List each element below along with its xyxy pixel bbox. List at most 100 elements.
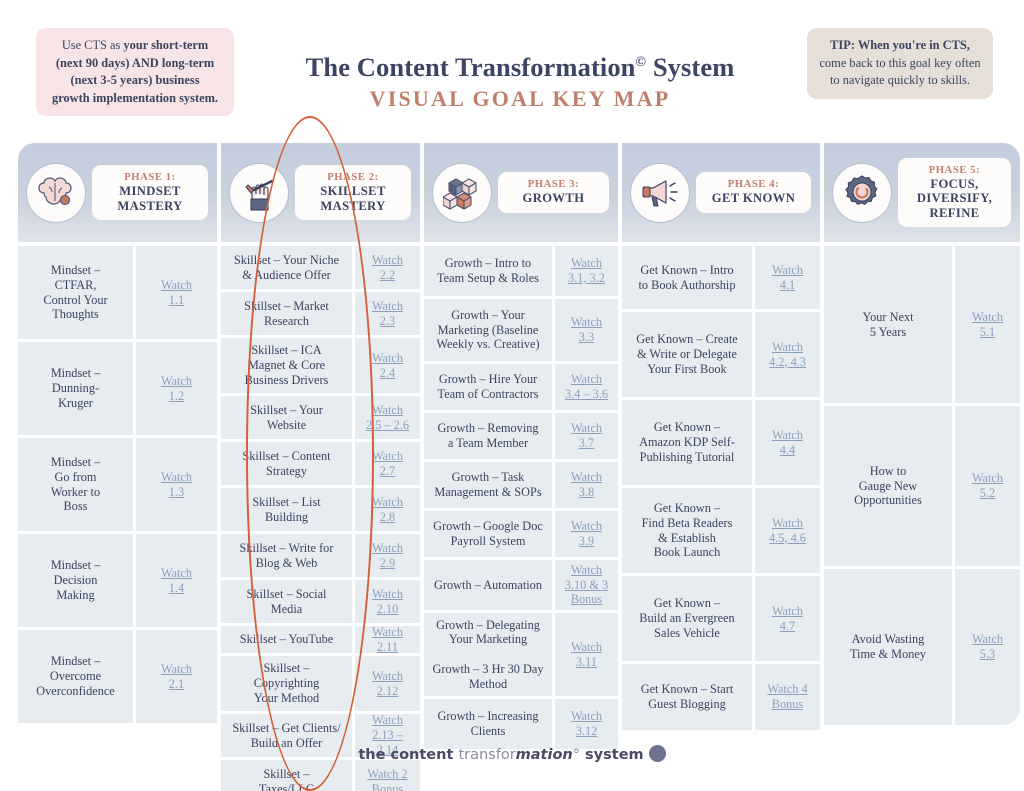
watch-link[interactable]: Watch 1.1 <box>136 246 217 339</box>
watch-link-line[interactable]: Watch <box>161 470 192 485</box>
watch-link-line[interactable]: Watch <box>571 470 602 485</box>
watch-link-line[interactable]: 3.12 <box>571 724 602 739</box>
watch-link-line[interactable]: 1.1 <box>161 293 192 308</box>
watch-link-line[interactable]: 3.7 <box>571 436 602 451</box>
watch-link-line[interactable]: 3.1, 3.2 <box>568 271 605 286</box>
watch-link-line[interactable]: Watch <box>565 372 608 387</box>
watch-link-line[interactable]: 2.10 <box>372 602 403 617</box>
watch-link[interactable]: Watch 4.1 <box>755 246 820 309</box>
watch-link-line[interactable]: 2.12 <box>372 684 403 699</box>
watch-link-line[interactable]: 2.8 <box>372 510 403 525</box>
watch-link-line[interactable]: Watch <box>372 541 403 556</box>
watch-link-line[interactable]: Watch <box>361 713 414 728</box>
watch-link-line[interactable]: Watch <box>571 421 602 436</box>
watch-link[interactable]: Watch 5.2 <box>955 406 1020 566</box>
watch-link-line[interactable]: Watch <box>769 340 806 355</box>
watch-link[interactable]: Watch 4.7 <box>755 576 820 661</box>
watch-link[interactable]: Watch 1.2 <box>136 342 217 435</box>
watch-link-line[interactable]: 5.2 <box>972 486 1003 501</box>
watch-link-line[interactable]: Bonus <box>367 782 407 791</box>
watch-link-line[interactable]: Bonus <box>767 697 807 712</box>
watch-link-line[interactable]: Watch <box>565 563 608 578</box>
watch-link-line[interactable]: Watch 2 <box>367 767 407 782</box>
watch-link[interactable]: Watch 3.4 – 3.6 <box>555 364 618 410</box>
watch-link-line[interactable]: 2.3 <box>372 314 403 329</box>
watch-link-line[interactable]: Watch <box>571 709 602 724</box>
watch-link-line[interactable]: 3.10 & 3 <box>565 578 608 593</box>
watch-link[interactable]: Watch 5.1 <box>955 246 1020 403</box>
watch-link[interactable]: Watch 2.10 <box>355 580 420 623</box>
watch-link[interactable]: Watch 2.4 <box>355 338 420 393</box>
watch-link-line[interactable]: Watch <box>772 604 803 619</box>
watch-link-line[interactable]: 2.2 <box>372 268 403 283</box>
watch-link[interactable]: Watch 3.10 & 3 Bonus <box>555 560 618 610</box>
watch-link[interactable]: Watch 2.9 <box>355 534 420 577</box>
watch-link-line[interactable]: Watch <box>972 471 1003 486</box>
watch-link-line[interactable]: Watch <box>571 519 602 534</box>
watch-link-line[interactable]: 2.7 <box>372 464 403 479</box>
watch-link-line[interactable]: Watch <box>372 299 403 314</box>
watch-link[interactable]: Watch 3.8 <box>555 462 618 508</box>
watch-link[interactable]: Watch 3.12 <box>555 699 618 749</box>
watch-link-line[interactable]: 3.3 <box>571 330 602 345</box>
watch-link-line[interactable]: Watch <box>366 403 409 418</box>
watch-link[interactable]: Watch 5.3 <box>955 569 1020 725</box>
watch-link-line[interactable]: Watch <box>772 263 803 278</box>
watch-link[interactable]: Watch 1.3 <box>136 438 217 531</box>
watch-link-line[interactable]: 1.4 <box>161 581 192 596</box>
watch-link-line[interactable]: Watch <box>372 449 403 464</box>
watch-link-line[interactable]: Watch <box>972 632 1003 647</box>
watch-link-line[interactable]: Watch <box>571 640 602 655</box>
watch-link-line[interactable]: 1.2 <box>161 389 192 404</box>
watch-link-line[interactable]: Bonus <box>565 592 608 607</box>
watch-link[interactable]: Watch 2.8 <box>355 488 420 531</box>
watch-link[interactable]: Watch 2.1 <box>136 630 217 723</box>
watch-link-line[interactable]: Watch <box>372 669 403 684</box>
watch-link[interactable]: Watch 3.7 <box>555 413 618 459</box>
watch-link[interactable]: Watch 4.5, 4.6 <box>755 488 820 573</box>
watch-link-line[interactable]: Watch <box>372 587 403 602</box>
watch-link-line[interactable]: Watch <box>571 315 602 330</box>
watch-link-line[interactable]: 3.9 <box>571 534 602 549</box>
watch-link-line[interactable]: Watch <box>161 566 192 581</box>
watch-link-line[interactable]: Watch <box>372 495 403 510</box>
watch-link-line[interactable]: 5.1 <box>972 325 1003 340</box>
watch-link-line[interactable]: Watch <box>372 351 403 366</box>
watch-link-line[interactable]: Watch <box>161 662 192 677</box>
watch-link-line[interactable]: 4.7 <box>772 619 803 634</box>
watch-link-line[interactable]: Watch <box>568 256 605 271</box>
watch-link[interactable]: Watch 1.4 <box>136 534 217 627</box>
watch-link-line[interactable]: 3.8 <box>571 485 602 500</box>
watch-link-line[interactable]: Watch <box>972 310 1003 325</box>
watch-link[interactable]: Watch 3.9 <box>555 511 618 557</box>
watch-link-line[interactable]: 2.1 <box>161 677 192 692</box>
watch-link-line[interactable]: 2.9 <box>372 556 403 571</box>
watch-link[interactable]: Watch 3.11 <box>555 613 618 696</box>
watch-link-line[interactable]: 4.4 <box>772 443 803 458</box>
watch-link[interactable]: Watch 4 Bonus <box>755 664 820 730</box>
watch-link-line[interactable]: Watch <box>161 374 192 389</box>
watch-link[interactable]: Watch 2.5 – 2.6 <box>355 396 420 439</box>
watch-link-line[interactable]: 2.5 – 2.6 <box>366 418 409 433</box>
watch-link[interactable]: Watch 2.12 <box>355 656 420 711</box>
watch-link[interactable]: Watch 2.3 <box>355 292 420 335</box>
watch-link-line[interactable]: 1.3 <box>161 485 192 500</box>
watch-link[interactable]: Watch 3.1, 3.2 <box>555 246 618 296</box>
watch-link[interactable]: Watch 4.2, 4.3 <box>755 312 820 397</box>
watch-link-line[interactable]: 2.4 <box>372 366 403 381</box>
watch-link-line[interactable]: 4.5, 4.6 <box>769 531 806 546</box>
watch-link[interactable]: Watch 4.4 <box>755 400 820 485</box>
watch-link[interactable]: Watch 3.3 <box>555 299 618 361</box>
watch-link-line[interactable]: Watch <box>769 516 806 531</box>
watch-link-line[interactable]: Watch 4 <box>767 682 807 697</box>
watch-link-line[interactable]: Watch 2.11 <box>361 625 414 655</box>
watch-link-line[interactable]: Watch <box>161 278 192 293</box>
watch-link[interactable]: Watch 2.11 <box>355 625 420 655</box>
watch-link[interactable]: Watch 2.7 <box>355 442 420 485</box>
watch-link-line[interactable]: 4.2, 4.3 <box>769 355 806 370</box>
watch-link-line[interactable]: 4.1 <box>772 278 803 293</box>
watch-link[interactable]: Watch 2 Bonus <box>355 760 420 791</box>
watch-link-line[interactable]: 3.11 <box>571 655 602 670</box>
watch-link-line[interactable]: 5.3 <box>972 647 1003 662</box>
watch-link[interactable]: Watch 2.2 <box>355 246 420 289</box>
